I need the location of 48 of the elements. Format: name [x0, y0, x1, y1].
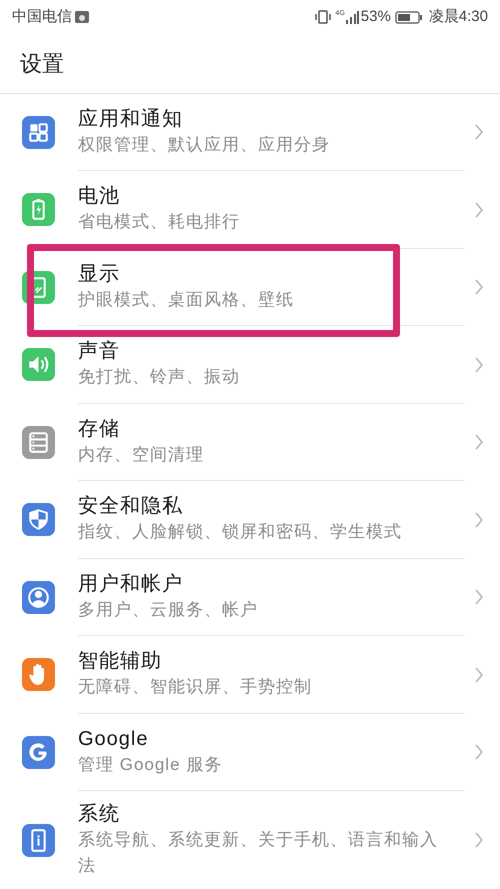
chevron-right-icon: [474, 512, 484, 528]
item-title: 显示: [78, 262, 121, 287]
chevron-right-icon: [474, 279, 484, 296]
chevron-right-icon: [474, 832, 484, 848]
page-title: 设置: [20, 50, 64, 78]
settings-item[interactable]: 智能辅助 无障碍、智能识屏、手势控制: [0, 636, 500, 714]
item-subtitle: 多用户、云服务、帐户: [78, 598, 259, 621]
settings-item[interactable]: 系统 系统导航、系统更新、关于手机、语言和输入法: [0, 791, 500, 889]
chevron-right-icon: [474, 434, 484, 450]
item-title: 系统: [78, 802, 121, 827]
item-subtitle: 管理 Google 服务: [78, 754, 224, 776]
item-title: 安全和隐私: [78, 494, 184, 520]
chevron-right-icon: [474, 124, 484, 140]
vibrate-icon: [314, 10, 332, 24]
settings-item[interactable]: Google 管理 Google 服务: [0, 714, 500, 791]
item-title: Google: [78, 726, 150, 752]
chevron-right-icon: [474, 589, 484, 606]
settings-item[interactable]: 存储 内存、空间清理: [0, 404, 500, 481]
item-title: 用户和帐户: [78, 572, 184, 597]
item-subtitle: 指纹、人脸解锁、锁屏和密码、学生模式: [78, 521, 403, 544]
chevron-right-icon: [474, 202, 484, 218]
item-subtitle: 护眼模式、桌面风格、壁纸: [78, 288, 295, 311]
item-title: 声音: [78, 339, 121, 364]
signal-icon: [344, 10, 359, 24]
chevron-right-icon: [474, 356, 484, 373]
clock: 凌晨4:30: [428, 6, 488, 27]
item-title: 电池: [78, 184, 121, 210]
item-subtitle: 权限管理、默认应用、应用分身: [78, 134, 331, 156]
chevron-right-icon: [474, 666, 484, 683]
battery-icon: [394, 10, 423, 24]
item-subtitle: 无障碍、智能识屏、手势控制: [78, 676, 313, 698]
carrier-name: 中国电信: [12, 6, 72, 27]
battery-percent: 53%: [360, 6, 391, 27]
item-subtitle: 免打扰、铃声、振动: [78, 366, 241, 388]
item-title: 存储: [78, 416, 121, 442]
notification-icon: [75, 10, 89, 23]
item-subtitle: 省电模式、耗电排行: [78, 211, 241, 234]
item-subtitle: 内存、空间清理: [78, 444, 205, 466]
settings-item[interactable]: 用户和帐户 多用户、云服务、帐户: [0, 558, 500, 636]
settings-item[interactable]: 安全和隐私 指纹、人脸解锁、锁屏和密码、学生模式: [0, 481, 500, 558]
settings-item[interactable]: 电池 省电模式、耗电排行: [0, 171, 500, 248]
chevron-right-icon: [474, 744, 484, 760]
settings-item[interactable]: 应用和通知 权限管理、默认应用、应用分身: [0, 94, 500, 171]
item-title: 应用和通知: [78, 106, 184, 132]
settings-item[interactable]: 声音 免打扰、铃声、振动: [0, 326, 500, 404]
settings-item[interactable]: 显示 护眼模式、桌面风格、壁纸: [0, 248, 500, 326]
item-title: 智能辅助: [78, 649, 163, 674]
item-subtitle: 系统导航、系统更新、关于手机、语言和输入法: [78, 829, 439, 877]
